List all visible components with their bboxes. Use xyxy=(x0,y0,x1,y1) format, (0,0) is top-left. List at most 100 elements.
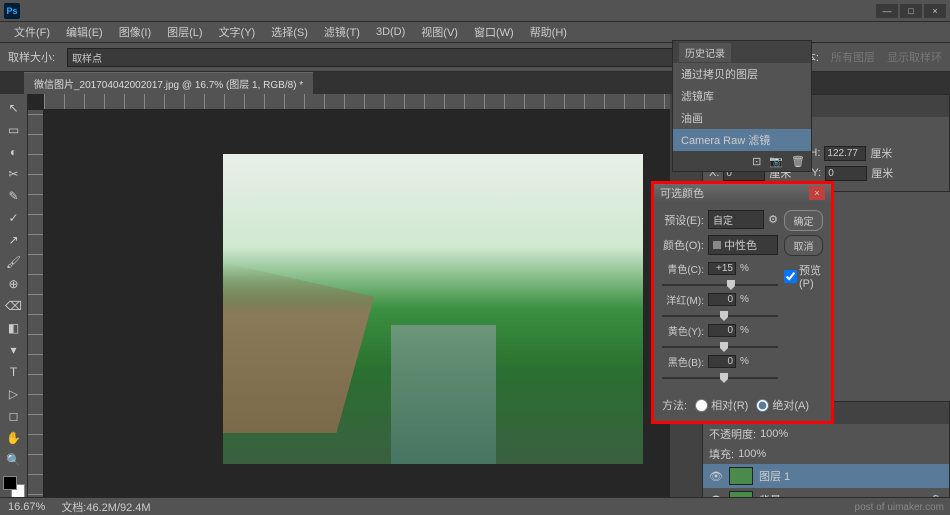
preview-checkbox[interactable]: 预览(P) xyxy=(784,262,823,290)
method-label: 方法: xyxy=(662,397,687,413)
watermark: post of uimaker.com xyxy=(855,502,944,513)
history-footer: ⊡ 📷 🗑 xyxy=(673,151,811,171)
black-input[interactable] xyxy=(708,355,736,368)
brush-tool[interactable]: ↗ xyxy=(3,230,25,250)
y-label: Y: xyxy=(811,167,821,179)
magenta-input[interactable] xyxy=(708,293,736,306)
gradient-tool[interactable]: ◧ xyxy=(3,318,25,338)
black-label: 黑色(B): xyxy=(662,354,704,369)
menu-edit[interactable]: 编辑(E) xyxy=(60,22,109,42)
visibility-icon[interactable]: 👁 xyxy=(709,470,723,483)
zoom-tool[interactable]: 🔍 xyxy=(3,450,25,470)
crop-tool[interactable]: ✂ xyxy=(3,164,25,184)
cancel-button[interactable]: 取消 xyxy=(784,235,823,256)
zoom-level[interactable]: 16.67% xyxy=(8,501,45,513)
status-bar: 16.67% 文档:46.2M/92.4M xyxy=(0,497,950,515)
menu-bar: 文件(F) 编辑(E) 图像(I) 图层(L) 文字(Y) 选择(S) 滤镜(T… xyxy=(0,22,950,42)
menu-window[interactable]: 窗口(W) xyxy=(468,22,520,42)
shape-tool[interactable]: ◻ xyxy=(3,406,25,426)
dialog-title-bar[interactable]: 可选颜色 × xyxy=(654,184,831,202)
type-tool[interactable]: T xyxy=(3,362,25,382)
maximize-button[interactable]: □ xyxy=(900,4,922,18)
sample-value: 所有图层 xyxy=(831,49,875,65)
selective-color-dialog: 可选颜色 × 预设(E): 自定 ⚙ 颜色(O): 中性色 青色(C): % xyxy=(651,181,834,424)
eyedropper-tool[interactable]: ✎ xyxy=(3,186,25,206)
canvas-area xyxy=(28,94,670,515)
dialog-close-button[interactable]: × xyxy=(809,186,825,200)
document-canvas[interactable] xyxy=(223,154,643,464)
h-input[interactable] xyxy=(824,146,866,161)
cyan-input[interactable] xyxy=(708,262,736,275)
yellow-input[interactable] xyxy=(708,324,736,337)
ruler-vertical[interactable] xyxy=(28,110,44,515)
fill-value[interactable]: 100% xyxy=(738,448,766,460)
camera-icon[interactable]: 📷 xyxy=(769,155,783,168)
fill-label: 填充: xyxy=(709,446,734,462)
history-tab[interactable]: 历史记录 xyxy=(679,43,731,62)
layer-row-1[interactable]: 👁 图层 1 xyxy=(703,464,949,488)
eraser-tool[interactable]: ⌫ xyxy=(3,296,25,316)
tool-palette: ↖ ▭ ◐ ✂ ✎ ✓ ↗ 🖌 ⊕ ⌫ ◧ ▾ T ▷ ◻ ✋ 🔍 xyxy=(0,94,28,515)
color-swatches[interactable] xyxy=(3,476,25,498)
menu-file[interactable]: 文件(F) xyxy=(8,22,56,42)
healing-tool[interactable]: ✓ xyxy=(3,208,25,228)
hand-tool[interactable]: ✋ xyxy=(3,428,25,448)
trash-icon[interactable]: 🗑 xyxy=(791,155,805,168)
relative-radio[interactable]: 相对(R) xyxy=(695,397,748,413)
opacity-label: 不透明度: xyxy=(709,426,756,442)
layer-thumbnail xyxy=(729,467,753,485)
menu-view[interactable]: 视图(V) xyxy=(415,22,464,42)
h-unit: 厘米 xyxy=(870,145,892,161)
show-ring-label: 显示取样环 xyxy=(887,49,942,65)
lasso-tool[interactable]: ◐ xyxy=(3,142,25,162)
yellow-label: 黄色(Y): xyxy=(662,323,704,338)
opacity-value[interactable]: 100% xyxy=(760,428,788,440)
menu-help[interactable]: 帮助(H) xyxy=(524,22,573,42)
cyan-slider[interactable] xyxy=(662,278,778,292)
doc-size: 文档:46.2M/92.4M xyxy=(61,499,150,515)
ruler-horizontal[interactable] xyxy=(44,94,670,110)
absolute-radio[interactable]: 绝对(A) xyxy=(756,397,809,413)
colors-label: 颜色(O): xyxy=(662,237,704,253)
history-item[interactable]: 油画 xyxy=(673,107,811,129)
window-controls: — □ × xyxy=(876,4,946,18)
blur-tool[interactable]: ▾ xyxy=(3,340,25,360)
dialog-title: 可选颜色 xyxy=(660,185,704,201)
gear-icon[interactable]: ⚙ xyxy=(768,213,778,226)
y-unit: 厘米 xyxy=(871,165,893,181)
close-button[interactable]: × xyxy=(924,4,946,18)
colors-select[interactable]: 中性色 xyxy=(708,235,778,255)
y-input[interactable] xyxy=(825,166,867,181)
history-item[interactable]: 滤镜库 xyxy=(673,85,811,107)
pen-tool[interactable]: ▷ xyxy=(3,384,25,404)
menu-filter[interactable]: 滤镜(T) xyxy=(318,22,366,42)
magenta-label: 洋红(M): xyxy=(662,292,704,307)
history-brush-tool[interactable]: ⊕ xyxy=(3,274,25,294)
sample-size-label: 取样大小: xyxy=(8,49,55,65)
app-logo: Ps xyxy=(4,3,20,19)
minimize-button[interactable]: — xyxy=(876,4,898,18)
preset-label: 预设(E): xyxy=(662,212,704,228)
history-item-selected[interactable]: Camera Raw 滤镜 xyxy=(673,129,811,151)
stamp-tool[interactable]: 🖌 xyxy=(3,252,25,272)
move-tool[interactable]: ↖ xyxy=(3,98,25,118)
snapshot-icon[interactable]: ⊡ xyxy=(752,155,761,168)
preset-select[interactable]: 自定 xyxy=(708,210,764,229)
ok-button[interactable]: 确定 xyxy=(784,210,823,231)
menu-image[interactable]: 图像(I) xyxy=(113,22,157,42)
layer-name: 图层 1 xyxy=(759,468,790,484)
history-panel: 历史记录 通过拷贝的图层 滤镜库 油画 Camera Raw 滤镜 ⊡ 📷 🗑 xyxy=(672,40,812,172)
magenta-slider[interactable] xyxy=(662,309,778,323)
history-item[interactable]: 通过拷贝的图层 xyxy=(673,63,811,85)
yellow-slider[interactable] xyxy=(662,340,778,354)
title-bar: Ps — □ × xyxy=(0,0,950,22)
menu-type[interactable]: 文字(Y) xyxy=(213,22,262,42)
pct: % xyxy=(740,263,749,274)
black-slider[interactable] xyxy=(662,371,778,385)
menu-3d[interactable]: 3D(D) xyxy=(370,24,411,40)
marquee-tool[interactable]: ▭ xyxy=(3,120,25,140)
cyan-label: 青色(C): xyxy=(662,261,704,276)
menu-select[interactable]: 选择(S) xyxy=(265,22,314,42)
menu-layer[interactable]: 图层(L) xyxy=(161,22,208,42)
document-tab[interactable]: 微信图片_201704042002017.jpg @ 16.7% (图层 1, … xyxy=(24,72,313,94)
